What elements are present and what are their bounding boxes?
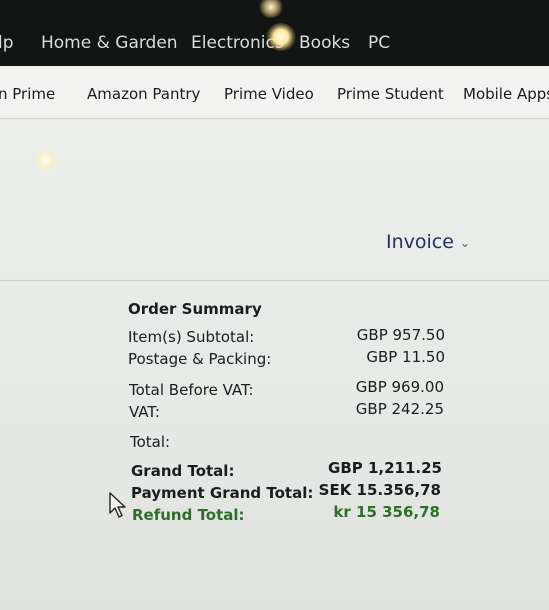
total-before-vat-value: GBP 969.00 [355,378,444,396]
items-subtotal-label: Item(s) Subtotal: [128,328,255,346]
nav-item-electronics[interactable]: Electronics [191,33,284,53]
subnav-item-prime-video[interactable]: Prime Video [224,85,314,103]
secondary-navigation-bar: n Prime Amazon Pantry Prime Video Prime … [0,66,549,119]
postage-value: GBP 11.50 [366,348,445,366]
chevron-down-icon: ⌄ [459,236,470,250]
subnav-item-mobile-apps[interactable]: Mobile Apps [463,85,549,103]
grand-total-label: Grand Total: [131,462,235,480]
invoice-label: Invoice [386,231,454,253]
nav-item-help[interactable]: lp [0,33,14,53]
vat-label: VAT: [129,403,160,421]
top-navigation-bar: lp Home & Garden Electronics Books PC [0,0,549,76]
grand-total-value: GBP 1,211.25 [328,459,442,477]
payment-grand-total-value: SEK 15.356,78 [318,481,441,499]
items-subtotal-value: GBP 957.50 [356,326,445,344]
mouse-pointer-icon [109,492,126,518]
refund-total-label: Refund Total: [132,506,245,524]
invoice-dropdown[interactable]: Invoice ⌄ [386,231,470,253]
vat-value: GBP 242.25 [355,400,444,418]
subnav-item-amazon-pantry[interactable]: Amazon Pantry [87,85,200,103]
refund-total-value: kr 15 356,78 [333,503,440,521]
subnav-item-prime[interactable]: n Prime [0,85,55,103]
total-label: Total: [130,433,171,451]
section-divider [0,280,549,281]
postage-label: Postage & Packing: [128,350,272,368]
subnav-item-prime-student[interactable]: Prime Student [337,85,444,103]
page-content-area [0,119,549,610]
nav-item-home-garden[interactable]: Home & Garden [41,33,178,53]
order-summary-title: Order Summary [128,300,262,318]
payment-grand-total-label: Payment Grand Total: [131,484,314,502]
total-before-vat-label: Total Before VAT: [129,381,254,399]
nav-item-books[interactable]: Books [299,33,350,53]
nav-item-pc[interactable]: PC [368,33,390,53]
